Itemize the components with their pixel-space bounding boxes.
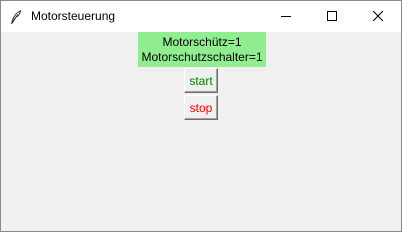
maximize-icon	[327, 10, 337, 24]
motor-protection-switch-status: Motorschutzschalter=1	[141, 49, 263, 64]
stop-button[interactable]: stop	[184, 95, 218, 120]
stop-button-label: stop	[189, 100, 213, 115]
minimize-icon	[281, 10, 291, 24]
maximize-button[interactable]	[309, 1, 355, 32]
motor-status-label: Motorschütz=1 Motorschutzschalter=1	[138, 32, 266, 67]
window-title: Motorsteuerung	[31, 9, 116, 23]
close-icon	[372, 10, 384, 24]
close-button[interactable]	[355, 1, 401, 32]
start-button-label: start	[189, 73, 213, 88]
start-button[interactable]: start	[184, 68, 218, 93]
motor-contactor-status: Motorschütz=1	[162, 34, 242, 49]
minimize-button[interactable]	[263, 1, 309, 32]
client-area: Motorschütz=1 Motorschutzschalter=1 star…	[1, 32, 401, 231]
feather-icon	[10, 9, 22, 25]
app-window: Motorsteuerung Motorschütz=1 Motorschutz…	[0, 0, 402, 232]
title-bar[interactable]: Motorsteuerung	[1, 1, 401, 32]
